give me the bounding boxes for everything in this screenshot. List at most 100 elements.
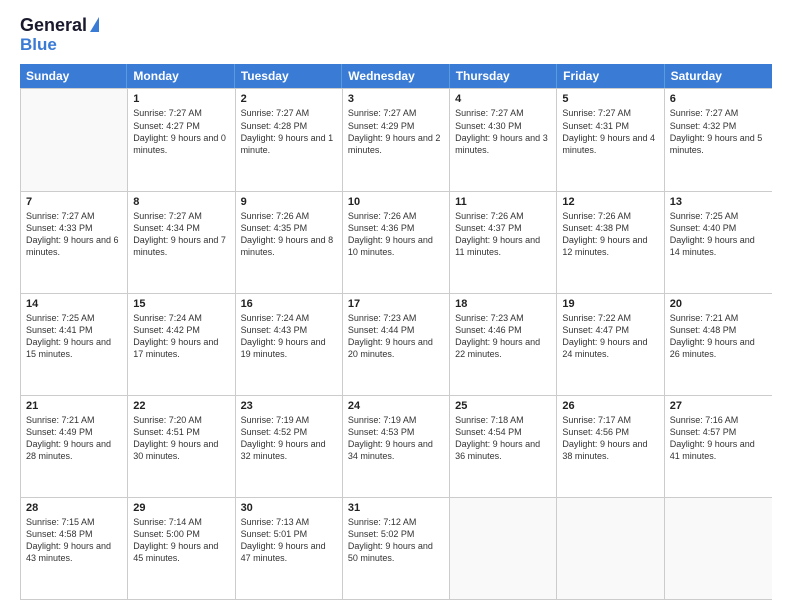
day-cell-2: 2Sunrise: 7:27 AMSunset: 4:28 PMDaylight… — [236, 89, 343, 190]
day-number: 18 — [455, 298, 551, 310]
day-number: 19 — [562, 298, 658, 310]
day-info: Sunrise: 7:19 AMSunset: 4:53 PMDaylight:… — [348, 414, 444, 463]
day-info: Sunrise: 7:26 AMSunset: 4:35 PMDaylight:… — [241, 210, 337, 259]
day-number: 29 — [133, 502, 229, 514]
day-number: 22 — [133, 400, 229, 412]
day-number: 8 — [133, 196, 229, 208]
day-number: 21 — [26, 400, 122, 412]
day-info: Sunrise: 7:20 AMSunset: 4:51 PMDaylight:… — [133, 414, 229, 463]
header-friday: Friday — [557, 64, 664, 88]
day-cell-4: 4Sunrise: 7:27 AMSunset: 4:30 PMDaylight… — [450, 89, 557, 190]
day-info: Sunrise: 7:24 AMSunset: 4:42 PMDaylight:… — [133, 312, 229, 361]
day-number: 28 — [26, 502, 122, 514]
day-cell-3: 3 Sunrise: 7:27 AMSunset: 4:29 PMDaylight… — [343, 89, 450, 190]
day-cell-23: 23 Sunrise: 7:19 AMSunset: 4:52 PMDayligh… — [236, 396, 343, 497]
day-number: 27 — [670, 400, 767, 412]
day-cell-1: 1Sunrise: 7:27 AMSunset: 4:27 PMDaylight… — [128, 89, 235, 190]
day-number: 4 — [455, 93, 551, 105]
day-number: 5 — [562, 93, 658, 105]
day-info: Sunrise: 7:22 AMSunset: 4:47 PMDaylight:… — [562, 312, 658, 361]
week-row-5: 28Sunrise: 7:15 AMSunset: 4:58 PMDayligh… — [21, 498, 772, 600]
day-number: 14 — [26, 298, 122, 310]
day-number: 17 — [348, 298, 444, 310]
header-tuesday: Tuesday — [235, 64, 342, 88]
page: General Blue SundayMondayTuesdayWednesda… — [0, 0, 792, 612]
day-cell-9: 9Sunrise: 7:26 AMSunset: 4:35 PMDaylight… — [236, 192, 343, 293]
day-number: 6 — [670, 93, 767, 105]
day-info: Sunrise: 7:27 AMSunset: 4:34 PMDaylight:… — [133, 210, 229, 259]
day-number: 13 — [670, 196, 767, 208]
day-info: Sunrise: 7:26 AMSunset: 4:37 PMDaylight:… — [455, 210, 551, 259]
day-info: Sunrise: 7:21 AMSunset: 4:49 PMDaylight:… — [26, 414, 122, 463]
empty-cell-4-6 — [665, 498, 772, 599]
day-number: 16 — [241, 298, 337, 310]
day-info: Sunrise: 7:12 AMSunset: 5:02 PMDaylight:… — [348, 516, 444, 565]
day-number: 3 — [348, 93, 444, 105]
day-cell-15: 15 Sunrise: 7:24 AMSunset: 4:42 PMDayligh… — [128, 294, 235, 395]
day-cell-6: 6 Sunrise: 7:27 AMSunset: 4:32 PMDaylight… — [665, 89, 772, 190]
week-row-1: 1Sunrise: 7:27 AMSunset: 4:27 PMDaylight… — [21, 89, 772, 191]
day-cell-14: 14Sunrise: 7:25 AMSunset: 4:41 PMDayligh… — [21, 294, 128, 395]
day-cell-8: 8 Sunrise: 7:27 AMSunset: 4:34 PMDaylight… — [128, 192, 235, 293]
day-number: 15 — [133, 298, 229, 310]
day-cell-28: 28Sunrise: 7:15 AMSunset: 4:58 PMDayligh… — [21, 498, 128, 599]
day-info: Sunrise: 7:23 AMSunset: 4:44 PMDaylight:… — [348, 312, 444, 361]
day-cell-12: 12 Sunrise: 7:26 AMSunset: 4:38 PMDayligh… — [557, 192, 664, 293]
day-cell-11: 11Sunrise: 7:26 AMSunset: 4:37 PMDayligh… — [450, 192, 557, 293]
week-row-2: 7 Sunrise: 7:27 AMSunset: 4:33 PMDaylight… — [21, 192, 772, 294]
day-cell-13: 13 Sunrise: 7:25 AMSunset: 4:40 PMDayligh… — [665, 192, 772, 293]
day-number: 10 — [348, 196, 444, 208]
day-number: 31 — [348, 502, 444, 514]
empty-cell-4-4 — [450, 498, 557, 599]
day-info: Sunrise: 7:27 AMSunset: 4:28 PMDaylight:… — [241, 107, 337, 156]
day-info: Sunrise: 7:14 AMSunset: 5:00 PMDaylight:… — [133, 516, 229, 565]
day-cell-10: 10 Sunrise: 7:26 AMSunset: 4:36 PMDayligh… — [343, 192, 450, 293]
day-cell-25: 25 Sunrise: 7:18 AMSunset: 4:54 PMDayligh… — [450, 396, 557, 497]
day-number: 1 — [133, 93, 229, 105]
header-thursday: Thursday — [450, 64, 557, 88]
header-saturday: Saturday — [665, 64, 772, 88]
day-cell-24: 24 Sunrise: 7:19 AMSunset: 4:53 PMDayligh… — [343, 396, 450, 497]
day-info: Sunrise: 7:21 AMSunset: 4:48 PMDaylight:… — [670, 312, 767, 361]
day-info: Sunrise: 7:18 AMSunset: 4:54 PMDaylight:… — [455, 414, 551, 463]
header-monday: Monday — [127, 64, 234, 88]
day-number: 24 — [348, 400, 444, 412]
day-cell-27: 27 Sunrise: 7:16 AMSunset: 4:57 PMDayligh… — [665, 396, 772, 497]
day-info: Sunrise: 7:27 AMSunset: 4:32 PMDaylight:… — [670, 107, 767, 156]
day-cell-29: 29 Sunrise: 7:14 AMSunset: 5:00 PMDayligh… — [128, 498, 235, 599]
day-cell-31: 31 Sunrise: 7:12 AMSunset: 5:02 PMDayligh… — [343, 498, 450, 599]
day-number: 30 — [241, 502, 337, 514]
day-number: 25 — [455, 400, 551, 412]
day-info: Sunrise: 7:19 AMSunset: 4:52 PMDaylight:… — [241, 414, 337, 463]
day-number: 12 — [562, 196, 658, 208]
day-number: 20 — [670, 298, 767, 310]
day-number: 26 — [562, 400, 658, 412]
day-info: Sunrise: 7:25 AMSunset: 4:40 PMDaylight:… — [670, 210, 767, 259]
empty-cell-0-0 — [21, 89, 128, 190]
day-info: Sunrise: 7:26 AMSunset: 4:36 PMDaylight:… — [348, 210, 444, 259]
day-info: Sunrise: 7:13 AMSunset: 5:01 PMDaylight:… — [241, 516, 337, 565]
calendar-header: SundayMondayTuesdayWednesdayThursdayFrid… — [20, 64, 772, 88]
day-info: Sunrise: 7:27 AMSunset: 4:29 PMDaylight:… — [348, 107, 444, 156]
empty-cell-4-5 — [557, 498, 664, 599]
day-cell-22: 22 Sunrise: 7:20 AMSunset: 4:51 PMDayligh… — [128, 396, 235, 497]
day-number: 23 — [241, 400, 337, 412]
week-row-4: 21 Sunrise: 7:21 AMSunset: 4:49 PMDayligh… — [21, 396, 772, 498]
day-info: Sunrise: 7:27 AMSunset: 4:33 PMDaylight:… — [26, 210, 122, 259]
day-cell-5: 5 Sunrise: 7:27 AMSunset: 4:31 PMDaylight… — [557, 89, 664, 190]
day-cell-16: 16 Sunrise: 7:24 AMSunset: 4:43 PMDayligh… — [236, 294, 343, 395]
day-info: Sunrise: 7:24 AMSunset: 4:43 PMDaylight:… — [241, 312, 337, 361]
header-wednesday: Wednesday — [342, 64, 449, 88]
day-info: Sunrise: 7:27 AMSunset: 4:31 PMDaylight:… — [562, 107, 658, 156]
calendar: SundayMondayTuesdayWednesdayThursdayFrid… — [20, 64, 772, 600]
day-cell-7: 7 Sunrise: 7:27 AMSunset: 4:33 PMDaylight… — [21, 192, 128, 293]
day-number: 7 — [26, 196, 122, 208]
week-row-3: 14Sunrise: 7:25 AMSunset: 4:41 PMDayligh… — [21, 294, 772, 396]
day-cell-19: 19 Sunrise: 7:22 AMSunset: 4:47 PMDayligh… — [557, 294, 664, 395]
day-cell-17: 17 Sunrise: 7:23 AMSunset: 4:44 PMDayligh… — [343, 294, 450, 395]
day-info: Sunrise: 7:17 AMSunset: 4:56 PMDaylight:… — [562, 414, 658, 463]
day-info: Sunrise: 7:16 AMSunset: 4:57 PMDaylight:… — [670, 414, 767, 463]
header: General Blue — [20, 16, 772, 54]
day-info: Sunrise: 7:26 AMSunset: 4:38 PMDaylight:… — [562, 210, 658, 259]
header-sunday: Sunday — [20, 64, 127, 88]
